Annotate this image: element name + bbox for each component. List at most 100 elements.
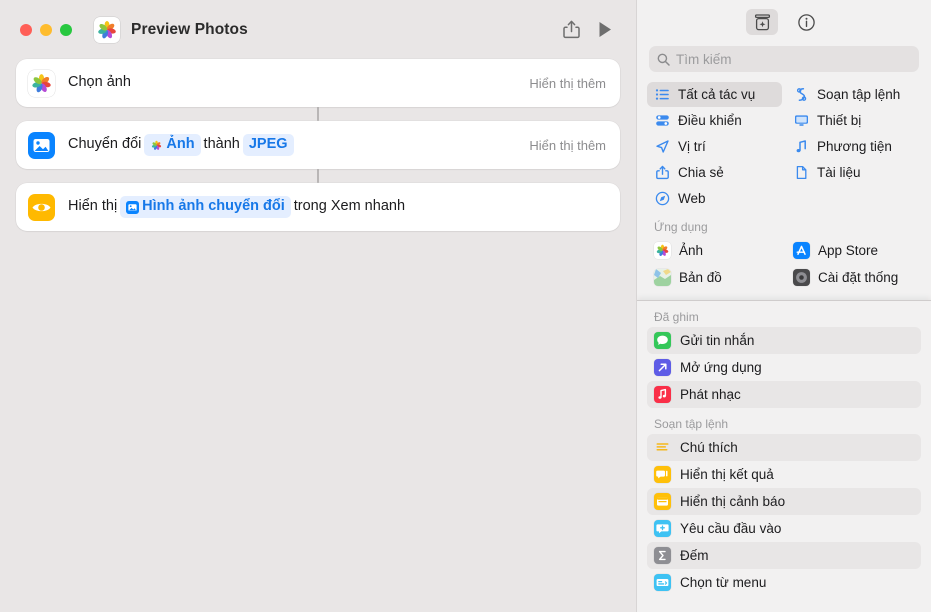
image-variable-icon <box>126 200 140 214</box>
sliders-icon <box>654 113 670 129</box>
category-location[interactable]: Vị trí <box>647 134 782 159</box>
document-icon <box>793 165 809 181</box>
action-text: Chuyển đổi <box>68 136 142 153</box>
scripting-section-header: Soạn tập lệnh <box>654 417 729 431</box>
list-item-ask-for-input[interactable]: Yêu cầu đầu vào <box>647 515 921 542</box>
app-item-app-store[interactable]: App Store <box>786 237 921 263</box>
action-connector <box>317 169 319 183</box>
eye-icon <box>28 193 55 221</box>
category-label: Thiết bị <box>817 113 862 128</box>
share-icon <box>654 165 670 181</box>
show-more-button[interactable]: Hiển thị thêm <box>515 138 606 153</box>
apps-grid: Ảnh App Store Bản đồ Cài đặt thống <box>647 237 921 290</box>
list-item-comment[interactable]: Chú thích <box>647 434 921 461</box>
apps-section-header: Ứng dụng <box>654 220 708 234</box>
eye-glyph-icon <box>32 203 51 211</box>
action-text: Chọn ảnh <box>68 74 131 91</box>
list-bullet-icon <box>654 87 670 103</box>
music-icon <box>654 386 671 403</box>
app-item-system-settings[interactable]: Cài đặt thống <box>786 264 921 290</box>
format-pill-jpeg[interactable]: JPEG <box>242 134 294 156</box>
ask-input-icon <box>654 520 671 537</box>
app-label: App Store <box>818 242 879 258</box>
list-item-label: Phát nhạc <box>680 387 741 402</box>
action-text: Hiển thị <box>68 198 118 215</box>
list-item-label: Hiển thị kết quả <box>680 467 774 482</box>
action-library-sidebar: Tìm kiếm Tất cả tác vụ Soạn tập lệnh Điề… <box>636 0 931 612</box>
category-label: Vị trí <box>678 139 706 154</box>
category-documents[interactable]: Tài liệu <box>786 160 921 185</box>
search-input[interactable]: Tìm kiếm <box>649 46 919 72</box>
maps-app-icon <box>654 268 671 286</box>
choose-menu-icon <box>654 574 671 591</box>
action-card[interactable]: Hiển thị Hình ảnh chuyển đổi trong Xem n… <box>16 183 620 231</box>
music-note-icon <box>793 139 809 155</box>
count-sigma-icon <box>654 547 671 564</box>
action-card[interactable]: Chuyển đổi Ảnh thành JPEG Hiển thị thêm <box>16 121 620 169</box>
list-item-label: Yêu cầu đầu vào <box>680 521 782 536</box>
category-grid: Tất cả tác vụ Soạn tập lệnh Điều khiển T… <box>647 82 921 211</box>
app-item-maps[interactable]: Bản đồ <box>647 264 782 290</box>
comment-icon <box>654 439 671 456</box>
category-scripting[interactable]: Soạn tập lệnh <box>786 82 921 107</box>
list-item-label: Gửi tin nhắn <box>680 333 755 348</box>
info-button[interactable] <box>790 9 822 35</box>
app-label: Bản đồ <box>679 269 722 285</box>
sidebar-toolbar <box>637 0 931 44</box>
info-circle-icon <box>797 13 815 31</box>
window-controls[interactable] <box>20 23 72 36</box>
category-label: Điều khiển <box>678 113 742 128</box>
app-store-icon <box>793 241 810 259</box>
show-alert-icon <box>654 493 671 510</box>
list-item-open-app[interactable]: Mở ứng dụng <box>647 354 921 381</box>
action-text: thành <box>203 136 240 153</box>
category-label: Chia sẻ <box>678 165 724 180</box>
category-sharing[interactable]: Chia sẻ <box>647 160 782 185</box>
share-button[interactable] <box>554 15 588 45</box>
photos-app-icon <box>94 16 120 43</box>
list-item-show-result[interactable]: Hiển thị kết quả <box>647 461 921 488</box>
photos-app-icon <box>654 241 671 259</box>
category-all-actions[interactable]: Tất cả tác vụ <box>647 82 782 107</box>
scripting-list: Chú thích Hiển thị kết quả Hiển thị cảnh… <box>647 434 921 596</box>
list-item-label: Hiển thị cảnh báo <box>680 494 786 509</box>
pill-label: JPEG <box>248 136 288 153</box>
category-media[interactable]: Phương tiện <box>786 134 921 159</box>
action-card[interactable]: Chọn ảnh Hiển thị thêm <box>16 59 620 107</box>
shortcuts-window: Preview Photos Chọn ảnh Hiển thị thêm Ch… <box>0 0 931 612</box>
play-icon <box>599 22 611 37</box>
list-item-play-music[interactable]: Phát nhạc <box>647 381 921 408</box>
action-body: Hiển thị Hình ảnh chuyển đổi trong Xem n… <box>68 196 405 218</box>
action-library-button[interactable] <box>746 9 778 35</box>
pill-label: Ảnh <box>166 136 195 153</box>
close-button[interactable] <box>20 23 32 36</box>
category-web[interactable]: Web <box>647 186 782 211</box>
open-app-icon <box>654 359 671 376</box>
list-item-send-message[interactable]: Gửi tin nhắn <box>647 327 921 354</box>
list-item-choose-from-menu[interactable]: Chọn từ menu <box>647 569 921 596</box>
list-item-label: Chú thích <box>680 440 738 455</box>
photos-pinwheel-icon <box>150 139 163 152</box>
show-result-icon <box>654 466 671 483</box>
compass-icon <box>654 191 670 207</box>
list-item-count[interactable]: Đếm <box>647 542 921 569</box>
app-label: Ảnh <box>679 242 704 258</box>
show-more-button[interactable]: Hiển thị thêm <box>515 76 606 91</box>
app-label: Cài đặt thống <box>818 269 899 285</box>
list-item-show-alert[interactable]: Hiển thị cảnh báo <box>647 488 921 515</box>
app-item-photos[interactable]: Ảnh <box>647 237 782 263</box>
category-devices[interactable]: Thiết bị <box>786 108 921 133</box>
category-controls[interactable]: Điều khiển <box>647 108 782 133</box>
messages-icon <box>654 332 671 349</box>
variable-pill-converted-image[interactable]: Hình ảnh chuyển đổi <box>120 196 291 218</box>
minimize-button[interactable] <box>40 23 52 36</box>
search-icon <box>657 53 670 66</box>
category-label: Phương tiện <box>817 139 892 154</box>
document-title: Preview Photos <box>131 20 248 38</box>
photos-pinwheel-icon <box>32 73 51 92</box>
pinned-section-header: Đã ghim <box>654 310 699 324</box>
zoom-button[interactable] <box>60 23 72 36</box>
pill-label: Hình ảnh chuyển đổi <box>142 198 285 215</box>
run-button[interactable] <box>588 15 622 45</box>
variable-pill-photos[interactable]: Ảnh <box>144 134 201 156</box>
